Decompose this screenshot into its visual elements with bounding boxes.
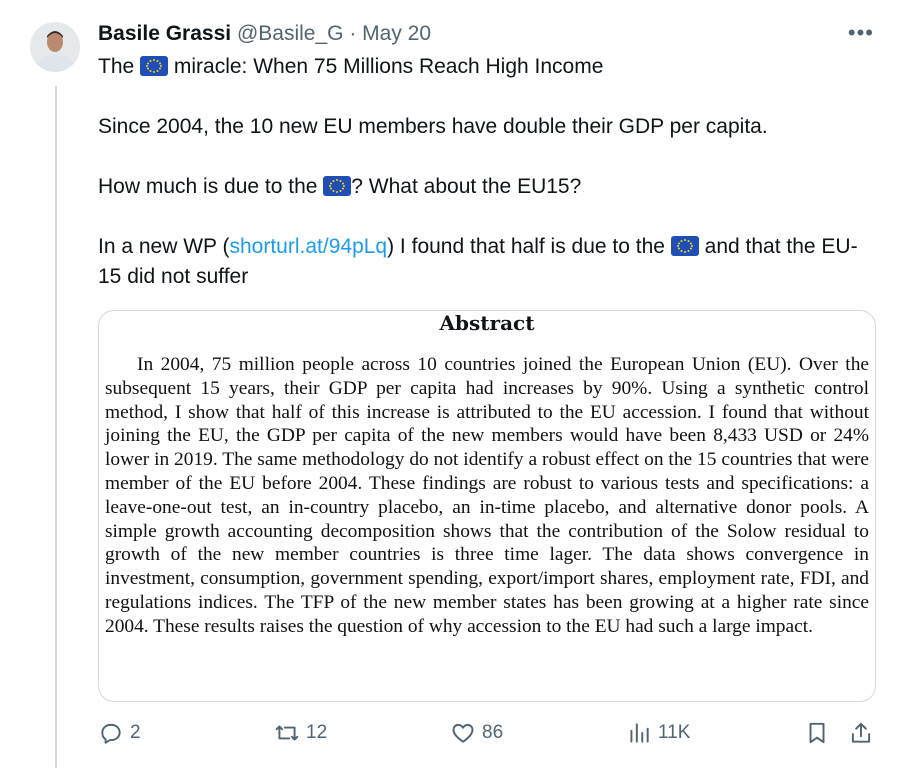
share-icon [851, 722, 871, 743]
text-line: ? What about the EU15? [351, 175, 582, 198]
like-count: 86 [482, 722, 504, 743]
views-icon [630, 723, 649, 743]
text-line: In a new WP ( [98, 235, 230, 258]
paper-link[interactable]: shorturl.at/94pLq [230, 235, 388, 258]
share-button[interactable] [848, 720, 874, 746]
views-button[interactable]: 11K [626, 720, 690, 746]
heart-icon [452, 723, 474, 743]
bookmark-icon [809, 722, 825, 744]
tweet-header: Basile Grassi @Basile_G · May 20 [98, 20, 431, 48]
text-line: The [98, 55, 135, 78]
bookmark-button[interactable] [804, 720, 830, 746]
more-options-icon[interactable]: ••• [848, 20, 874, 46]
eu-flag-icon [323, 176, 352, 196]
text-line: Since 2004, the 10 new EU members have d… [98, 115, 768, 138]
repost-icon [275, 725, 299, 741]
abstract-text: In 2004, 75 million people across 10 cou… [105, 354, 869, 637]
repost-button[interactable]: 12 [274, 720, 327, 746]
tweet-text: The miracle: When 75 Millions Reach High… [98, 52, 878, 292]
avatar[interactable] [30, 22, 80, 72]
eu-flag-icon [140, 56, 169, 76]
reply-icon [101, 723, 121, 744]
author-name[interactable]: Basile Grassi [98, 22, 231, 45]
repost-count: 12 [306, 722, 328, 743]
abstract-image-card[interactable]: Abstract In 2004, 75 million people acro… [98, 310, 876, 702]
text-line: ) I found that half is due to the [387, 235, 665, 258]
text-line: miracle: When 75 Millions Reach High Inc… [173, 55, 604, 78]
tweet-date[interactable]: May 20 [362, 22, 431, 45]
abstract-title: Abstract [439, 311, 535, 335]
text-line: How much is due to the [98, 175, 318, 198]
action-bar: 2 12 86 11K [98, 720, 878, 750]
author-handle[interactable]: @Basile_G [237, 22, 344, 45]
eu-flag-icon [670, 236, 699, 256]
separator-dot: · [349, 22, 357, 45]
like-button[interactable]: 86 [450, 720, 503, 746]
reply-count: 2 [130, 722, 141, 743]
reply-button[interactable]: 2 [98, 720, 141, 746]
avatar-image [30, 22, 80, 72]
view-count: 11K [658, 722, 691, 743]
thread-line [55, 86, 57, 768]
